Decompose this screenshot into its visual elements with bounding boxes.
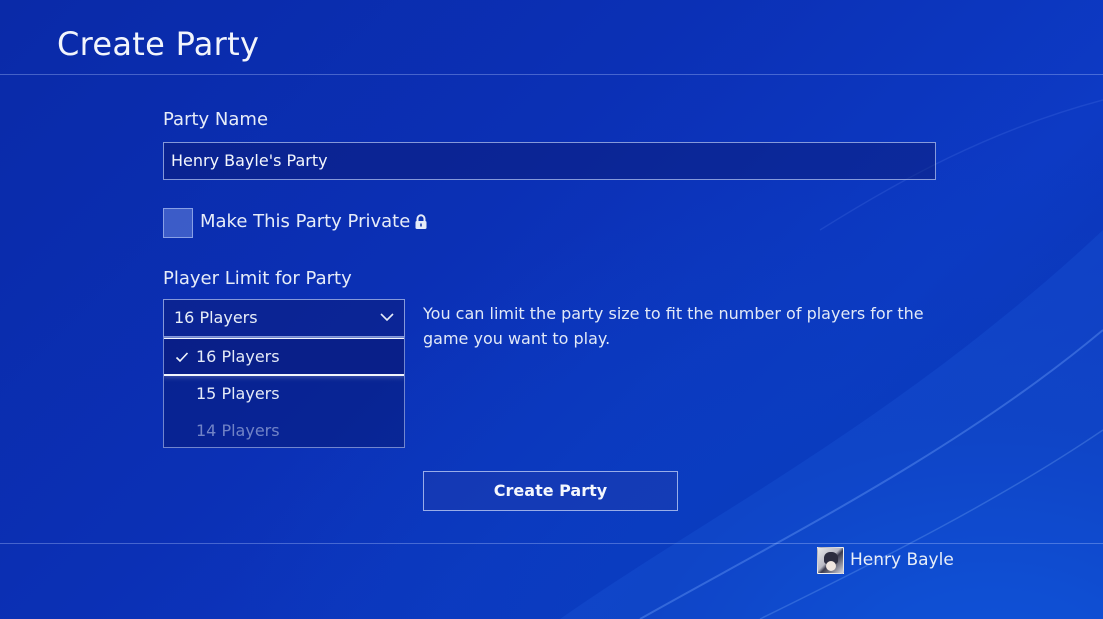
username: Henry Bayle [850, 549, 954, 570]
player-limit-option-15[interactable]: 15 Players [164, 376, 404, 412]
party-name-label: Party Name [163, 109, 269, 130]
dropdown-option-label: 14 Players [196, 421, 280, 440]
checkmark-icon [175, 352, 189, 363]
chevron-down-icon [380, 313, 394, 322]
dropdown-option-label: 16 Players [196, 347, 280, 366]
player-limit-option-14[interactable]: 14 Players [164, 413, 404, 447]
player-limit-selected-value: 16 Players [174, 308, 258, 327]
player-limit-option-16[interactable]: 16 Players [164, 338, 404, 376]
player-limit-label: Player Limit for Party [163, 268, 352, 289]
avatar [817, 546, 844, 574]
party-name-input[interactable]: Henry Bayle's Party [163, 142, 936, 180]
footer-divider [0, 543, 1103, 544]
title-bar: Create Party [0, 0, 1103, 75]
page-title: Create Party [57, 25, 260, 63]
user-profile: Henry Bayle [817, 546, 954, 574]
player-limit-dropdown: 16 Players 15 Players 14 Players [163, 337, 405, 448]
dropdown-option-label: 15 Players [196, 384, 280, 403]
private-party-checkbox[interactable] [163, 208, 193, 238]
player-limit-helper-text: You can limit the party size to fit the … [423, 304, 924, 348]
private-party-label-row[interactable]: Make This Party Private [200, 213, 428, 231]
player-limit-select[interactable]: 16 Players [163, 299, 405, 337]
private-party-label: Make This Party Private [200, 211, 411, 232]
lock-icon [415, 214, 427, 229]
create-party-button[interactable]: Create Party [423, 471, 678, 511]
